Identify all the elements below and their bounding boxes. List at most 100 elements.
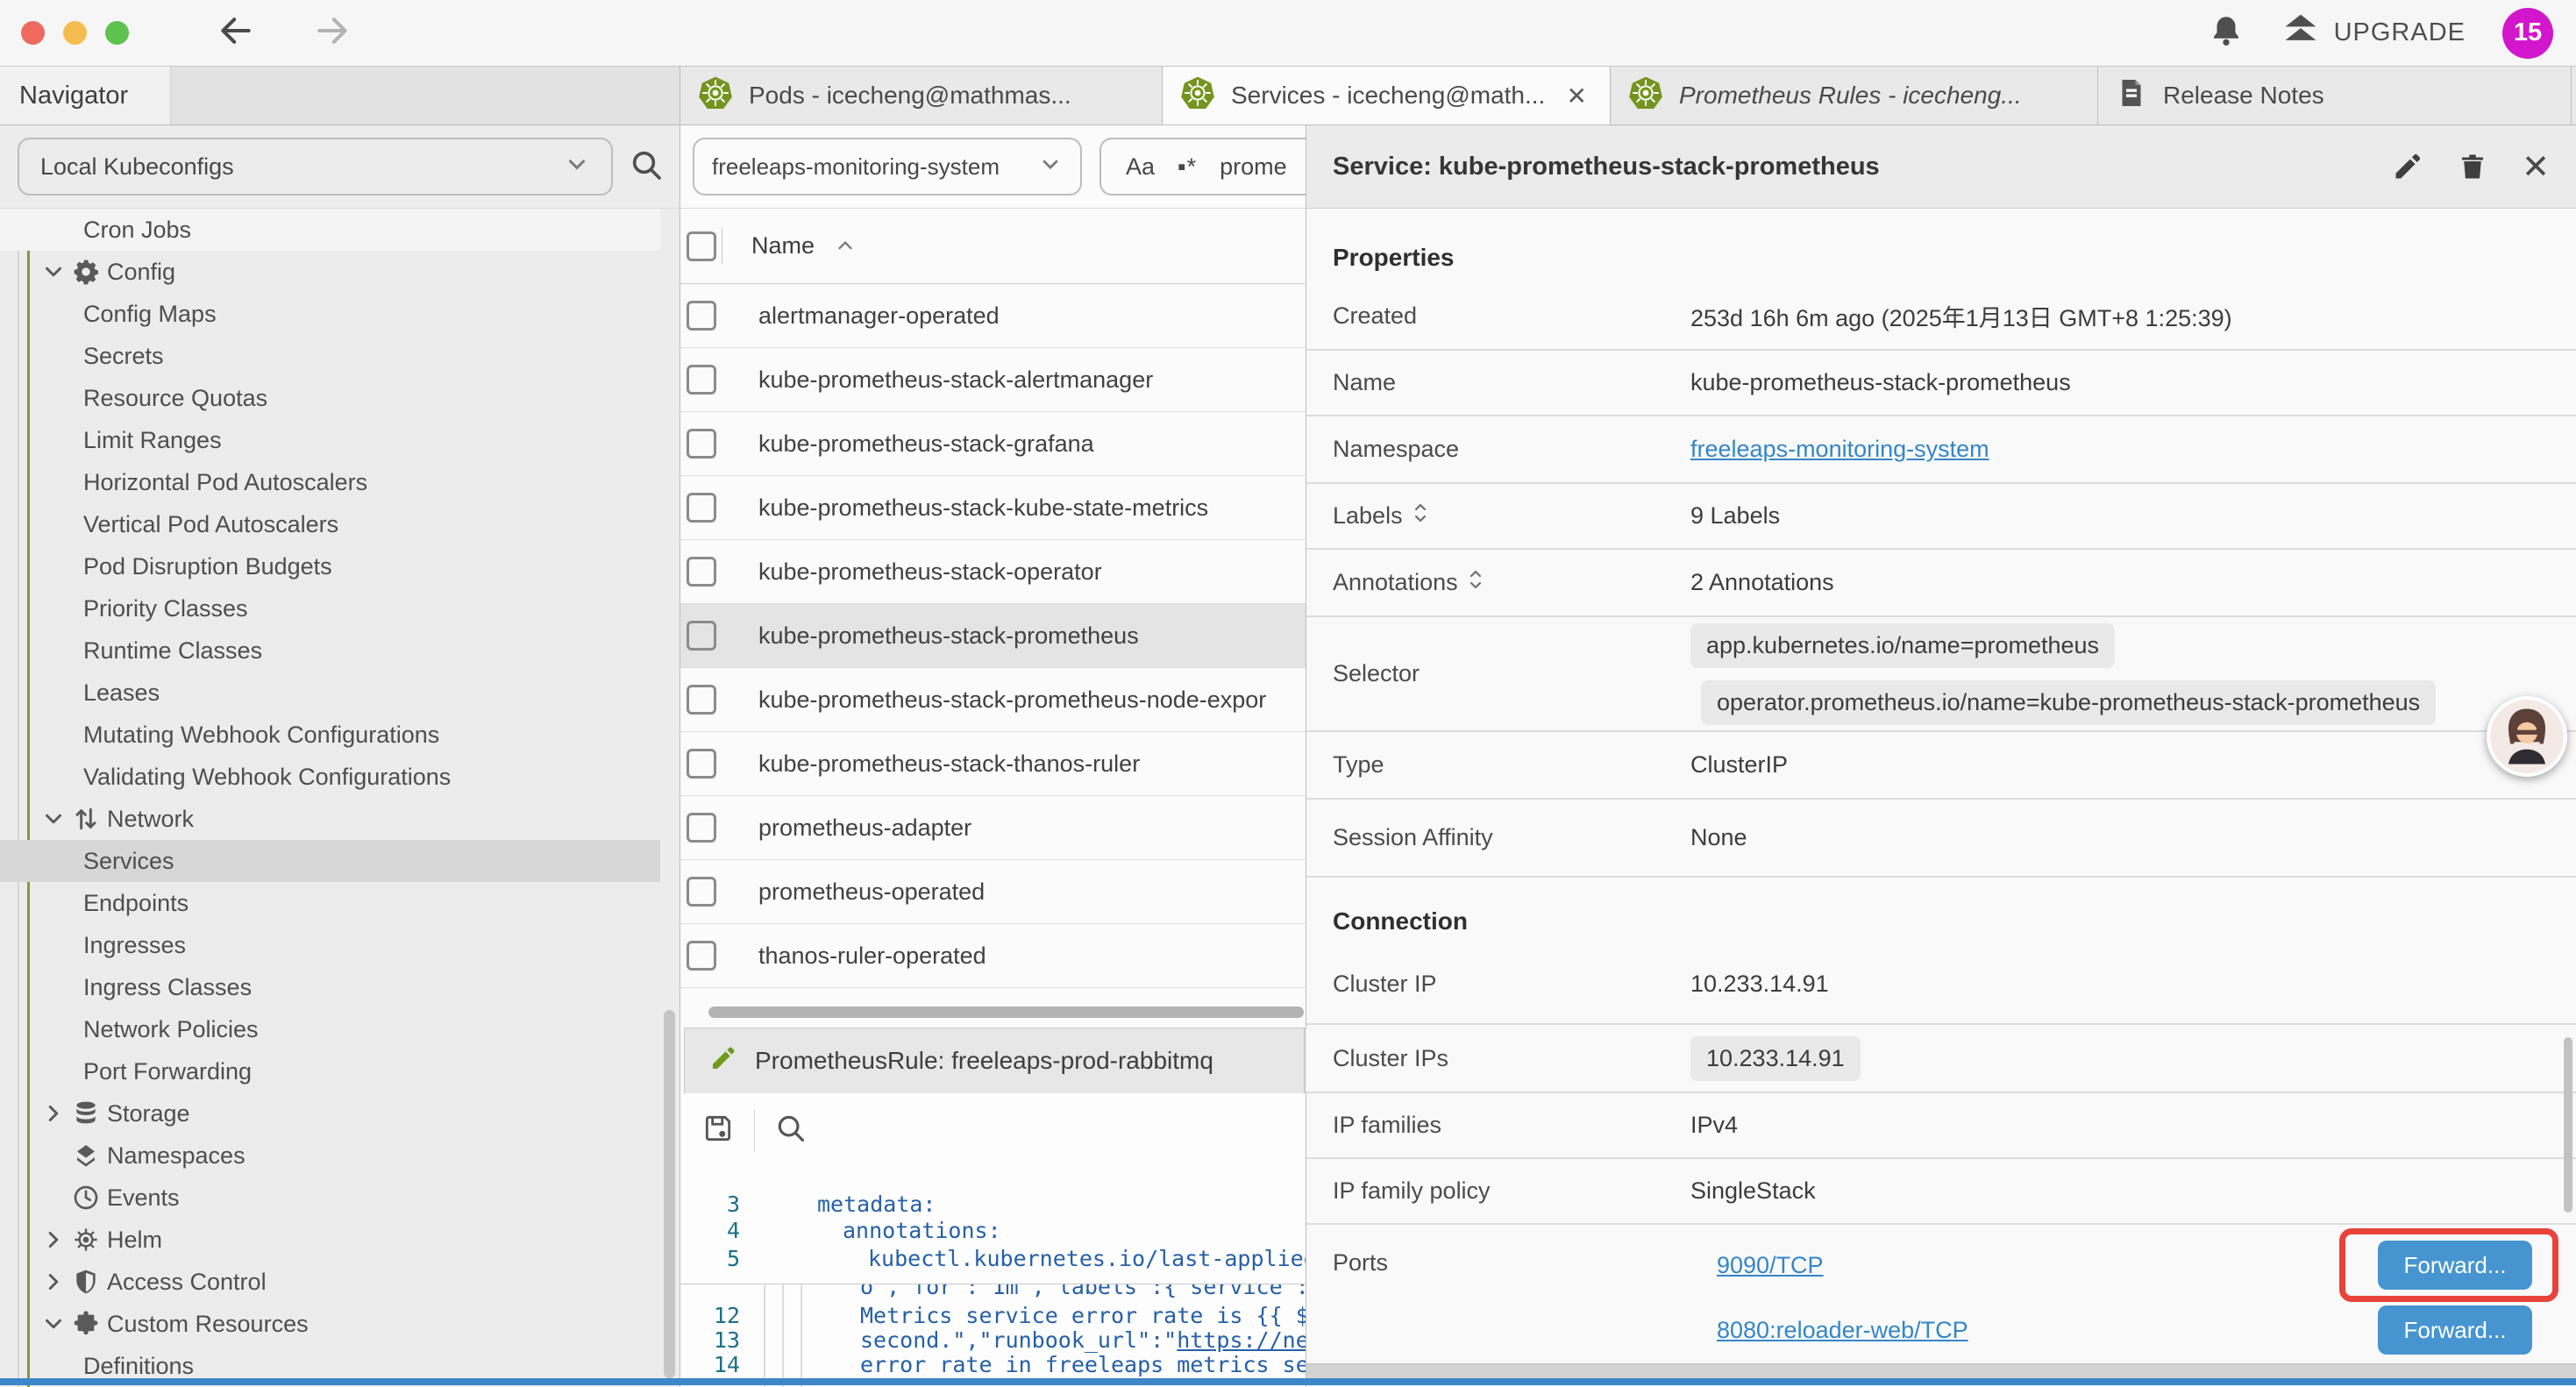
row-checkbox[interactable] — [687, 621, 716, 651]
forward-button[interactable]: Forward... — [2378, 1305, 2532, 1355]
sidebar-item-ingresses[interactable]: Ingresses — [0, 924, 660, 966]
sidebar-item-network-policies[interactable]: Network Policies — [0, 1008, 660, 1050]
editor-search-icon[interactable] — [774, 1112, 808, 1149]
sort-updown-icon[interactable] — [1469, 568, 1483, 597]
sidebar-item-config[interactable]: Config — [0, 251, 660, 293]
yaml-editor[interactable]: 3metadata:4annotations:5kubectl.kubernet… — [680, 1168, 1306, 1387]
detail-vertical-scrollbar[interactable] — [2564, 1037, 2572, 1213]
table-row[interactable]: kube-prometheus-stack-prometheus-node-ex… — [680, 668, 1306, 732]
kubeconfig-selector[interactable]: Local Kubeconfigs — [18, 138, 613, 196]
tab-prometheus-rules-icecheng[interactable]: Prometheus Rules - icecheng... — [1610, 67, 2097, 124]
sidebar-item-pod-disruption-budgets[interactable]: Pod Disruption Budgets — [0, 545, 660, 587]
table-row[interactable]: alertmanager-operated — [680, 284, 1306, 348]
row-checkbox[interactable] — [687, 557, 716, 587]
sidebar-item-config-maps[interactable]: Config Maps — [0, 293, 660, 335]
table-row[interactable]: kube-prometheus-stack-operator — [680, 540, 1306, 604]
sidebar-item-priority-classes[interactable]: Priority Classes — [0, 587, 660, 629]
namespace-link[interactable]: freeleaps-monitoring-system — [1690, 436, 1989, 463]
table-row[interactable]: thanos-ruler-operated — [680, 924, 1306, 988]
sidebar-item-endpoints[interactable]: Endpoints — [0, 882, 660, 924]
editor-tab-prometheusrule[interactable]: PrometheusRule: freeleaps-prod-rabbitmq — [684, 1028, 1305, 1093]
delete-trash-icon[interactable] — [2457, 151, 2488, 182]
table-row[interactable]: prometheus-adapter — [680, 796, 1306, 860]
row-checkbox[interactable] — [687, 493, 716, 523]
forward-icon[interactable] — [313, 11, 352, 54]
sidebar-item-validating-webhook-configurations[interactable]: Validating Webhook Configurations — [0, 756, 660, 798]
sidebar-item-port-forwarding[interactable]: Port Forwarding — [0, 1050, 660, 1092]
row-checkbox[interactable] — [687, 365, 716, 395]
tab-services-icecheng-math[interactable]: Services - icecheng@math...✕ — [1162, 67, 1610, 124]
row-checkbox[interactable] — [687, 941, 716, 971]
tab-pods-icecheng-mathmas[interactable]: Pods - icecheng@mathmas... — [680, 67, 1162, 124]
port-link[interactable]: 8080:reloader-web/TCP — [1717, 1317, 1968, 1344]
chevron-right-icon[interactable] — [40, 1227, 67, 1253]
sidebar-scrollbar[interactable] — [664, 1010, 675, 1378]
table-row[interactable]: kube-prometheus-stack-prometheus — [680, 604, 1306, 668]
chevron-right-icon[interactable] — [40, 1269, 67, 1295]
chevron-down-icon[interactable] — [40, 259, 67, 285]
sidebar-item-mutating-webhook-configurations[interactable]: Mutating Webhook Configurations — [0, 714, 660, 756]
row-checkbox[interactable] — [687, 301, 716, 331]
sidebar-item-services[interactable]: Services — [0, 840, 660, 882]
resource-search-input[interactable]: Aa ▪* prome — [1099, 138, 1306, 196]
chevron-down-icon[interactable] — [40, 806, 67, 832]
navigator-panel-tab[interactable]: Navigator — [0, 67, 171, 124]
regex-toggle-icon[interactable]: ▪* — [1178, 153, 1197, 181]
minimize-window-button[interactable] — [63, 21, 87, 45]
sidebar-item-helm[interactable]: Helm — [0, 1219, 660, 1261]
row-checkbox[interactable] — [687, 685, 716, 715]
save-icon[interactable] — [701, 1112, 735, 1149]
select-all-checkbox[interactable] — [687, 231, 716, 261]
search-query-value: prome — [1220, 153, 1287, 181]
row-checkbox[interactable] — [687, 429, 716, 459]
table-row[interactable]: kube-prometheus-stack-alertmanager — [680, 348, 1306, 412]
sidebar-item-resource-quotas[interactable]: Resource Quotas — [0, 377, 660, 419]
edit-pencil-icon[interactable] — [2392, 151, 2423, 182]
sidebar-item-label: Priority Classes — [0, 595, 248, 622]
close-icon[interactable]: ✕ — [2522, 147, 2550, 187]
avatar[interactable] — [2487, 696, 2567, 777]
sidebar-item-storage[interactable]: Storage — [0, 1092, 660, 1134]
chevron-right-icon[interactable] — [40, 1100, 67, 1127]
close-window-button[interactable] — [21, 21, 45, 45]
tab-strip: Navigator Pods - icecheng@mathmas...Serv… — [0, 67, 2576, 125]
chevron-down-icon[interactable] — [40, 1311, 67, 1337]
sidebar-search-icon[interactable] — [629, 147, 664, 187]
sidebar-item-limit-ranges[interactable]: Limit Ranges — [0, 419, 660, 461]
row-checkbox[interactable] — [687, 749, 716, 779]
upgrade-button[interactable]: UPGRADE — [2281, 11, 2466, 56]
tab-release-notes[interactable]: Release Notes — [2097, 67, 2571, 124]
sidebar-item-cron-jobs[interactable]: Cron Jobs — [0, 209, 660, 251]
zoom-window-button[interactable] — [105, 21, 129, 45]
notifications-bell-icon[interactable] — [2208, 12, 2245, 53]
table-row[interactable]: kube-prometheus-stack-grafana — [680, 412, 1306, 476]
sidebar-item-secrets[interactable]: Secrets — [0, 335, 660, 377]
table-row[interactable]: kube-prometheus-stack-kube-state-metrics — [680, 476, 1306, 540]
port-link[interactable]: 9090/TCP — [1717, 1252, 1824, 1279]
sidebar-item-vertical-pod-autoscalers[interactable]: Vertical Pod Autoscalers — [0, 503, 660, 545]
horizontal-scrollbar[interactable] — [708, 1006, 1304, 1018]
row-checkbox[interactable] — [687, 877, 716, 907]
sidebar-item-custom-resources[interactable]: Custom Resources — [0, 1303, 660, 1345]
sidebar-item-leases[interactable]: Leases — [0, 672, 660, 714]
back-icon[interactable] — [217, 11, 255, 54]
name-column-header[interactable]: Name — [751, 232, 857, 260]
forward-button[interactable]: Forward... — [2378, 1241, 2532, 1290]
match-case-toggle[interactable]: Aa — [1126, 153, 1155, 181]
sidebar-item-events[interactable]: Events — [0, 1177, 660, 1219]
sidebar-item-runtime-classes[interactable]: Runtime Classes — [0, 629, 660, 672]
notification-count-badge[interactable]: 15 — [2502, 8, 2553, 59]
sidebar-item-ingress-classes[interactable]: Ingress Classes — [0, 966, 660, 1008]
tab-argo-se[interactable]: Argo Se — [2571, 67, 2576, 124]
sidebar-item-namespaces[interactable]: Namespaces — [0, 1134, 660, 1177]
sidebar-item-network[interactable]: Network — [0, 798, 660, 840]
sidebar-item-access-control[interactable]: Access Control — [0, 1261, 660, 1303]
namespace-selector[interactable]: freeleaps-monitoring-system — [693, 138, 1082, 196]
table-row[interactable]: kube-prometheus-stack-thanos-ruler — [680, 732, 1306, 796]
sidebar-item-label: Validating Webhook Configurations — [0, 764, 451, 791]
sidebar-item-horizontal-pod-autoscalers[interactable]: Horizontal Pod Autoscalers — [0, 461, 660, 503]
row-checkbox[interactable] — [687, 813, 716, 843]
close-tab-icon[interactable]: ✕ — [1562, 82, 1592, 110]
sort-updown-icon[interactable] — [1413, 501, 1427, 530]
table-row[interactable]: prometheus-operated — [680, 860, 1306, 924]
